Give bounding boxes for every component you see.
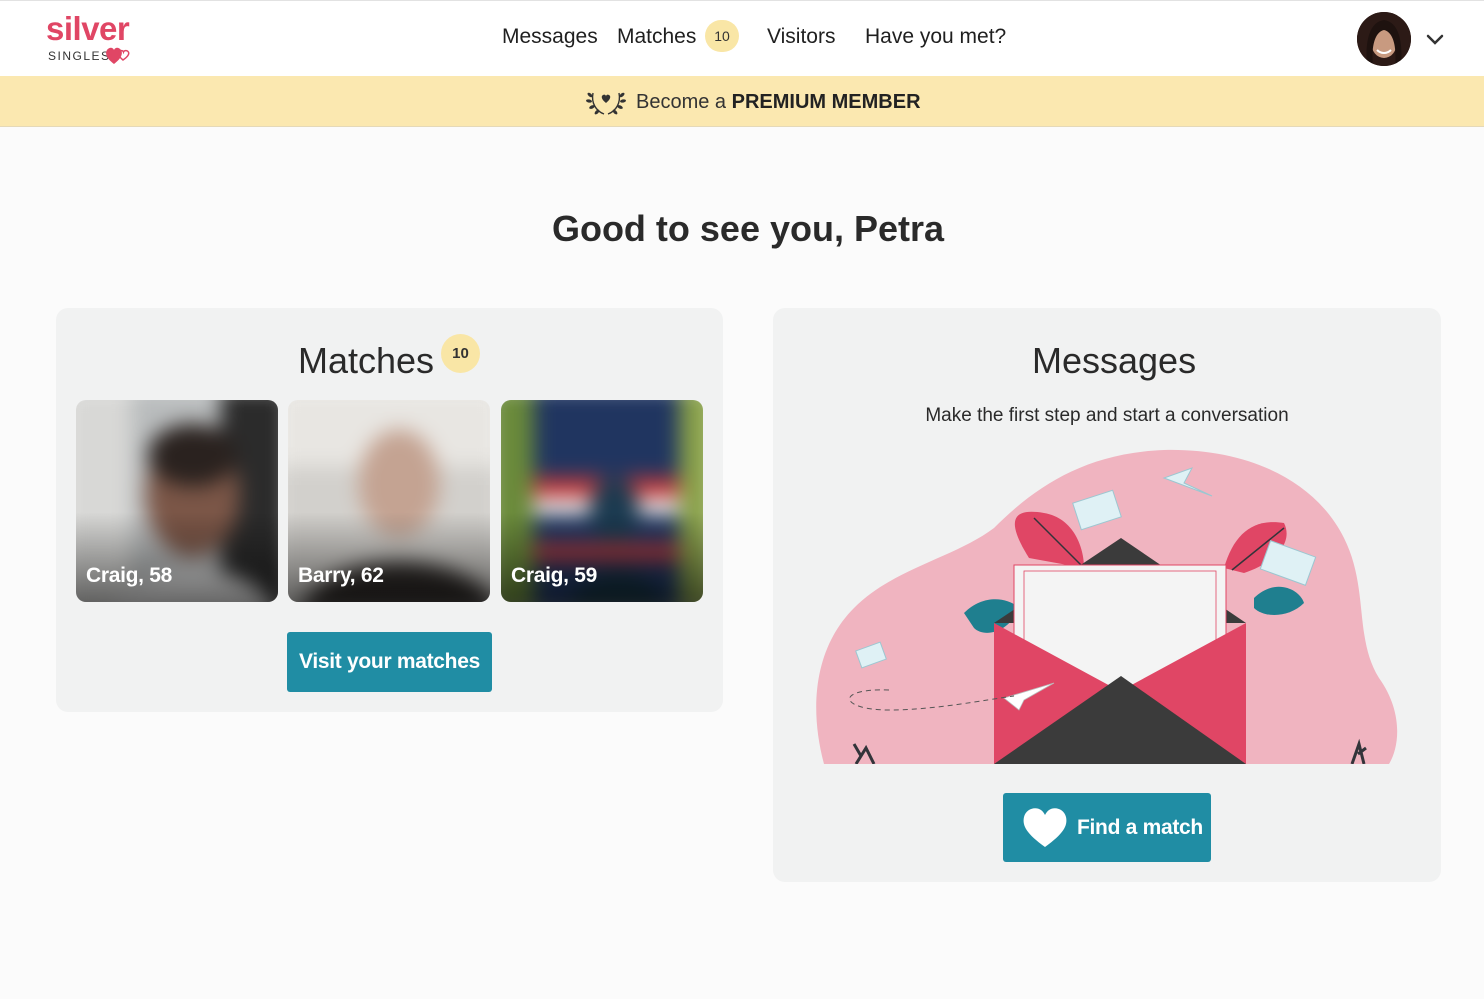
match-name-age: Barry, 62 xyxy=(298,564,384,587)
heart-icon xyxy=(1023,808,1067,847)
match-tile-barry-62[interactable]: Barry, 62 xyxy=(288,400,490,602)
nav-messages[interactable]: Messages xyxy=(502,23,598,51)
find-match-label: Find a match xyxy=(1077,816,1203,839)
nav-visitors[interactable]: Visitors xyxy=(767,23,835,51)
chevron-down-icon[interactable] xyxy=(1424,29,1446,49)
laurel-heart-icon xyxy=(586,92,626,115)
find-match-button[interactable]: Find a match xyxy=(1003,793,1211,862)
matches-card: Matches 10 Craig, 58 Barry, 62 Craig, 59… xyxy=(56,308,723,712)
greeting-heading: Good to see you, Petra xyxy=(551,208,945,249)
match-tile-craig-59[interactable]: Craig, 59 xyxy=(501,400,703,602)
messages-card: Messages Make the first step and start a… xyxy=(773,308,1441,882)
premium-emphasis: PREMIUM MEMBER xyxy=(731,91,921,113)
user-avatar[interactable] xyxy=(1357,12,1411,66)
premium-text: Become a PREMIUM MEMBER xyxy=(636,89,921,115)
visit-matches-button[interactable]: Visit your matches xyxy=(287,632,492,692)
match-name-age: Craig, 59 xyxy=(511,564,598,587)
envelope-illustration xyxy=(816,449,1398,764)
matches-count-badge: 10 xyxy=(705,20,739,52)
match-name-age: Craig, 58 xyxy=(86,564,173,587)
top-navigation-bar: silver SINGLES Messages Matches 10 Visit… xyxy=(0,0,1484,76)
matches-card-title: Matches xyxy=(298,340,435,381)
matches-card-badge: 10 xyxy=(441,334,480,373)
premium-prefix: Become a xyxy=(636,91,727,113)
messages-card-title: Messages xyxy=(1032,340,1197,381)
avatar-image xyxy=(1357,12,1411,66)
main-nav: Messages Matches 10 Visitors Have you me… xyxy=(0,1,1484,77)
match-tile-craig-58[interactable]: Craig, 58 xyxy=(76,400,278,602)
premium-banner[interactable]: Become a PREMIUM MEMBER xyxy=(0,76,1484,127)
messages-card-subtitle: Make the first step and start a conversa… xyxy=(925,405,1289,426)
nav-matches[interactable]: Matches xyxy=(617,23,696,51)
nav-have-you-met[interactable]: Have you met? xyxy=(865,23,1006,51)
